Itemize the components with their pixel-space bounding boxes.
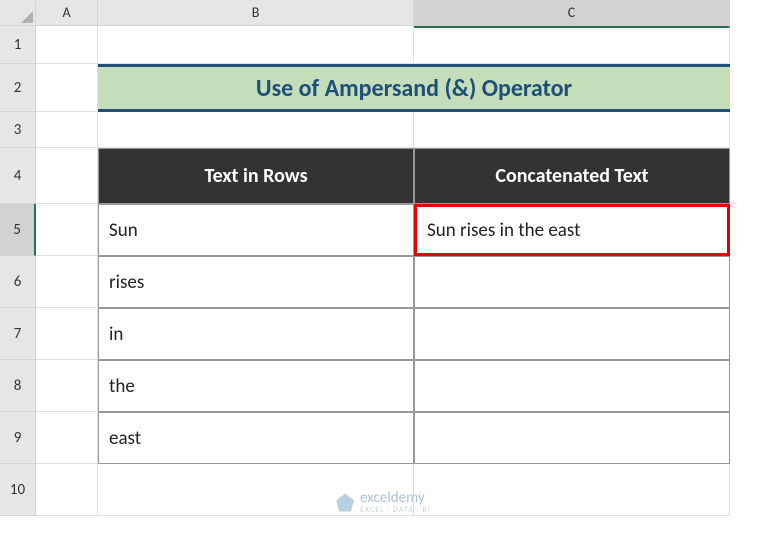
cell-C9[interactable] <box>414 412 730 464</box>
cell-B9[interactable]: east <box>98 412 414 464</box>
watermark-logo-icon <box>336 494 354 512</box>
cell-C1[interactable] <box>414 26 730 64</box>
cell-C10[interactable] <box>414 464 730 516</box>
cell-A5[interactable] <box>36 204 98 256</box>
row-header-1[interactable]: 1 <box>0 26 36 64</box>
watermark-tagline: EXCEL · DATA · BI <box>360 506 431 514</box>
cell-A7[interactable] <box>36 308 98 360</box>
spreadsheet-grid: A B C 1 2 Use of Ampersand (&) Operator … <box>0 0 767 516</box>
watermark-name: exceldemy <box>360 491 431 506</box>
row-header-6[interactable]: 6 <box>0 256 36 308</box>
table-header-text-in-rows[interactable]: Text in Rows <box>98 148 414 204</box>
row-header-10[interactable]: 10 <box>0 464 36 516</box>
col-header-B[interactable]: B <box>98 0 414 26</box>
row-header-7[interactable]: 7 <box>0 308 36 360</box>
row-header-4[interactable]: 4 <box>0 148 36 204</box>
cell-C7[interactable] <box>414 308 730 360</box>
row-header-8[interactable]: 8 <box>0 360 36 412</box>
table-header-concatenated-text[interactable]: Concatenated Text <box>414 148 730 204</box>
cell-A8[interactable] <box>36 360 98 412</box>
cell-C3[interactable] <box>414 112 730 148</box>
watermark-text-stack: exceldemy EXCEL · DATA · BI <box>360 491 431 514</box>
cell-B7[interactable]: in <box>98 308 414 360</box>
cell-A1[interactable] <box>36 26 98 64</box>
title-cell[interactable]: Use of Ampersand (&) Operator <box>98 64 730 112</box>
cell-B5[interactable]: Sun <box>98 204 414 256</box>
cell-C5[interactable]: Sun rises in the east <box>414 204 730 256</box>
cell-A6[interactable] <box>36 256 98 308</box>
row-header-5[interactable]: 5 <box>0 204 36 256</box>
select-all-corner[interactable] <box>0 0 36 26</box>
row-header-2[interactable]: 2 <box>0 64 36 112</box>
col-header-A[interactable]: A <box>36 0 98 26</box>
cell-C6[interactable] <box>414 256 730 308</box>
cell-B3[interactable] <box>98 112 414 148</box>
col-header-C[interactable]: C <box>414 0 730 26</box>
cell-A10[interactable] <box>36 464 98 516</box>
cell-A3[interactable] <box>36 112 98 148</box>
cell-B8[interactable]: the <box>98 360 414 412</box>
watermark: exceldemy EXCEL · DATA · BI <box>336 491 431 514</box>
cell-A9[interactable] <box>36 412 98 464</box>
cell-B6[interactable]: rises <box>98 256 414 308</box>
cell-A2[interactable] <box>36 64 98 112</box>
cell-C8[interactable] <box>414 360 730 412</box>
row-header-9[interactable]: 9 <box>0 412 36 464</box>
cell-B1[interactable] <box>98 26 414 64</box>
row-header-3[interactable]: 3 <box>0 112 36 148</box>
cell-A4[interactable] <box>36 148 98 204</box>
